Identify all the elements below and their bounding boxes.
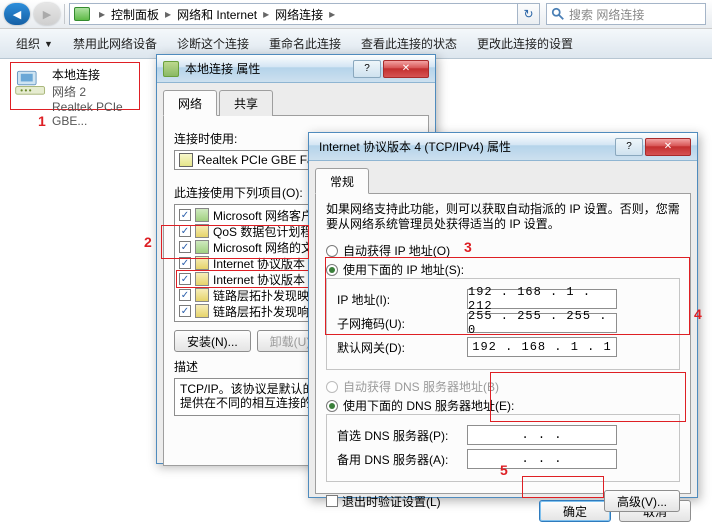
search-placeholder: 搜索 网络连接: [569, 6, 644, 23]
cmd-disable-device[interactable]: 禁用此网络设备: [63, 32, 167, 56]
explorer-address-bar: ◀ ▶ ▸ 控制面板 ▸ 网络和 Internet ▸ 网络连接 ▸ ↻ 搜索 …: [0, 0, 712, 29]
help-button[interactable]: ?: [353, 60, 381, 78]
search-input[interactable]: 搜索 网络连接: [546, 3, 706, 25]
cmd-change-settings[interactable]: 更改此连接的设置: [467, 32, 583, 56]
checkbox-icon[interactable]: ✓: [179, 257, 191, 269]
dns2-input[interactable]: . . .: [467, 449, 617, 469]
dns2-label: 备用 DNS 服务器(A):: [337, 451, 467, 468]
protocol-icon: [195, 272, 209, 286]
tab-sharing[interactable]: 共享: [219, 90, 273, 116]
protocol-icon: [195, 240, 209, 254]
dialog-ipv4-properties: Internet 协议版本 4 (TCP/IPv4) 属性 ? ✕ 常规 如果网…: [308, 132, 698, 498]
protocol-icon: [195, 304, 209, 318]
annotation-4: 4: [694, 306, 702, 322]
subnet-mask-label: 子网掩码(U):: [337, 315, 467, 332]
subnet-mask-input[interactable]: 255 . 255 . 255 . 0: [467, 313, 617, 333]
radio-manual-ip[interactable]: 使用下面的 IP 地址(S):: [326, 261, 680, 278]
gateway-label: 默认网关(D):: [337, 339, 467, 356]
ip-address-input[interactable]: 192 . 168 . 1 . 212: [467, 289, 617, 309]
ip-address-label: IP 地址(I):: [337, 291, 467, 308]
radio-auto-ip[interactable]: 自动获得 IP 地址(O): [326, 242, 680, 259]
help-button[interactable]: ?: [615, 138, 643, 156]
checkbox-icon[interactable]: ✓: [179, 209, 191, 221]
cmd-organize[interactable]: 组织▼: [6, 32, 63, 56]
gateway-input[interactable]: 192 . 168 . 1 . 1: [467, 337, 617, 357]
cmd-status[interactable]: 查看此连接的状态: [351, 32, 467, 56]
tab-network[interactable]: 网络: [163, 90, 217, 116]
breadcrumb-bar[interactable]: ▸ 控制面板 ▸ 网络和 Internet ▸ 网络连接 ▸: [69, 3, 518, 25]
search-icon: [551, 7, 565, 21]
dialog-title: Internet 协议版本 4 (TCP/IPv4) 属性: [315, 138, 613, 155]
refresh-button[interactable]: ↻: [518, 3, 540, 25]
protocol-icon: [195, 288, 209, 302]
cmd-rename[interactable]: 重命名此连接: [259, 32, 351, 56]
breadcrumb[interactable]: 网络和 Internet: [174, 6, 260, 23]
breadcrumb[interactable]: 控制面板: [108, 6, 162, 23]
network-icon: [163, 61, 179, 77]
breadcrumb[interactable]: 网络连接: [272, 6, 326, 23]
annotation-1: 1: [38, 113, 46, 129]
radio-manual-dns[interactable]: 使用下面的 DNS 服务器地址(E):: [326, 397, 680, 414]
install-button[interactable]: 安装(N)...: [174, 330, 251, 352]
tab-general[interactable]: 常规: [315, 168, 369, 194]
nav-forward-button[interactable]: ▶: [34, 3, 60, 25]
ip-settings-group: IP 地址(I):192 . 168 . 1 . 212 子网掩码(U):255…: [326, 278, 680, 370]
nav-back-button[interactable]: ◀: [4, 3, 30, 25]
annotation-5: 5: [500, 462, 508, 478]
annotation-3: 3: [464, 239, 472, 255]
radio-auto-dns: 自动获得 DNS 服务器地址(B): [326, 378, 680, 395]
adapter-icon: [179, 153, 193, 167]
annotation-2: 2: [144, 234, 152, 250]
checkbox-icon[interactable]: ✓: [179, 273, 191, 285]
advanced-button[interactable]: 高级(V)...: [604, 490, 680, 512]
checkbox-icon[interactable]: ✓: [179, 305, 191, 317]
checkbox-icon[interactable]: ✓: [179, 225, 191, 237]
checkbox-icon[interactable]: ✓: [179, 289, 191, 301]
dialog-titlebar[interactable]: Internet 协议版本 4 (TCP/IPv4) 属性 ? ✕: [309, 133, 697, 161]
adapter-network: 网络 2: [52, 83, 136, 100]
protocol-icon: [195, 256, 209, 270]
dns1-input[interactable]: . . .: [467, 425, 617, 445]
close-button[interactable]: ✕: [383, 60, 429, 78]
adapter-local-connection[interactable]: 本地连接 网络 2 Realtek PCIe GBE...: [10, 62, 140, 110]
dialog-title: 本地连接 属性: [185, 60, 351, 77]
protocol-icon: [195, 224, 209, 238]
dns1-label: 首选 DNS 服务器(P):: [337, 427, 467, 444]
adapter-device: Realtek PCIe GBE...: [52, 100, 136, 128]
intro-text: 如果网络支持此功能，则可以获取自动指派的 IP 设置。否则，您需要从网络系统管理…: [326, 202, 680, 232]
network-adapter-icon: [14, 66, 48, 102]
close-button[interactable]: ✕: [645, 138, 691, 156]
control-panel-icon: [74, 7, 90, 21]
adapter-name: 本地连接: [52, 66, 136, 83]
cmd-diagnose[interactable]: 诊断这个连接: [167, 32, 259, 56]
protocol-icon: [195, 208, 209, 222]
validate-checkbox[interactable]: 退出时验证设置(L): [326, 493, 441, 510]
dialog-titlebar[interactable]: 本地连接 属性 ? ✕: [157, 55, 435, 83]
checkbox-icon[interactable]: ✓: [179, 241, 191, 253]
